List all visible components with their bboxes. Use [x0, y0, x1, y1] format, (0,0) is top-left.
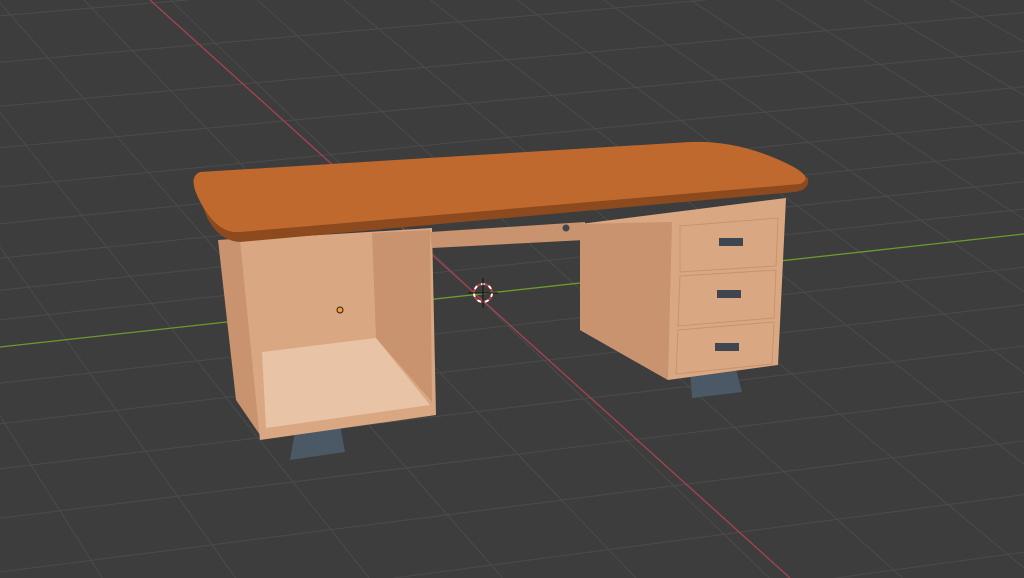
drawer-1-handle — [719, 238, 743, 246]
grid-line — [0, 391, 1024, 519]
cable-hole — [562, 224, 570, 232]
drawer-3-handle — [715, 343, 739, 351]
3d-cursor[interactable] — [468, 278, 498, 308]
grid-line — [0, 208, 1024, 321]
modesty-panel — [430, 222, 585, 248]
desk[interactable] — [192, 141, 809, 460]
grid-line — [0, 440, 1024, 573]
grid-line — [0, 415, 103, 578]
grid-line — [776, 0, 1024, 155]
floor-grid — [0, 0, 1024, 578]
grid-line — [0, 50, 1024, 149]
grid-line — [0, 11, 1024, 107]
grid-line — [0, 266, 1024, 384]
right-pedestal-side — [580, 222, 672, 380]
grid-line — [0, 246, 237, 578]
drawer-2-handle — [717, 290, 741, 298]
grid-line — [0, 0, 707, 63]
object-origin — [336, 306, 344, 314]
grid-line — [950, 0, 1024, 43]
grid-line — [835, 551, 1024, 578]
3d-viewport[interactable] — [0, 0, 1024, 578]
